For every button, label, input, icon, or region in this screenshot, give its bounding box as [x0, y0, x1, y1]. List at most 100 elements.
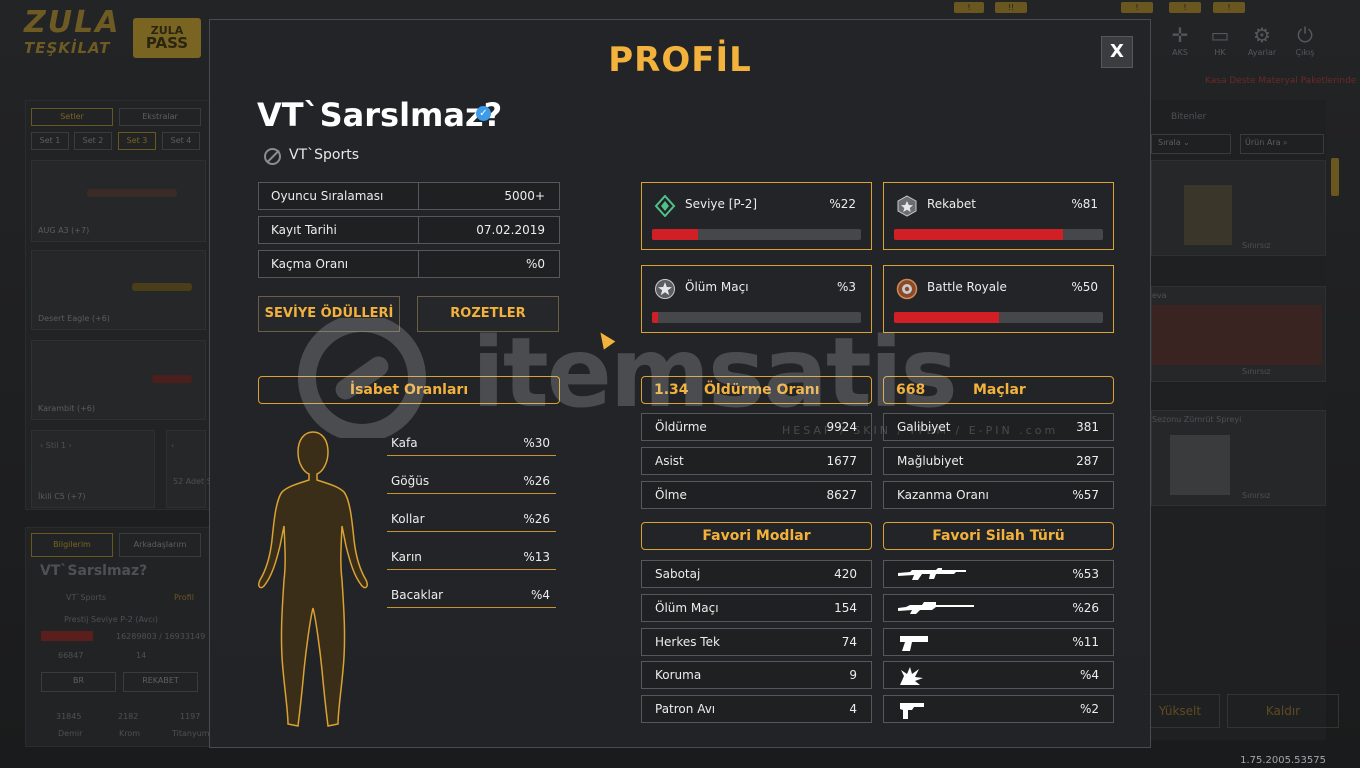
tab-extras[interactable]: Ekstralar	[119, 108, 201, 126]
explosive-icon	[900, 667, 923, 685]
stat-row-deaths: Ölme 8627	[641, 481, 872, 509]
mode-card-deathmatch: Ölüm Maçı %3	[641, 265, 872, 333]
hit-row-arms: Kollar %26	[387, 508, 556, 532]
top-currency-chip: !	[1213, 2, 1245, 13]
hk-nav-button[interactable]: ▭ HK	[1200, 22, 1240, 57]
currency-amount: 14	[136, 651, 147, 660]
stat-row-win-rate: Kazanma Oranı %57	[883, 481, 1114, 509]
fav-weapon-row: %11	[883, 628, 1114, 656]
weapon-card[interactable]: Karambit (+6)	[31, 340, 206, 420]
top-currency-chip: !	[954, 2, 984, 13]
badges-button[interactable]: ROZETLER	[417, 296, 559, 332]
progress-fill	[894, 312, 999, 323]
exit-nav-button[interactable]: ⏻ Çıkış	[1285, 22, 1325, 57]
mode-card-battle-royale: Battle Royale %50	[883, 265, 1114, 333]
tab-set-4[interactable]: Set 4	[162, 132, 200, 150]
currency-amount: 66847	[58, 651, 84, 660]
crosshair-icon: ✛	[1171, 23, 1189, 47]
zula-pass-button[interactable]: ZULA PASS	[133, 18, 201, 58]
matches-total: 668	[896, 382, 926, 398]
tab-finished[interactable]: Bitenler	[1171, 112, 1206, 122]
settings-nav-button[interactable]: ⚙ Ayarlar	[1242, 22, 1282, 57]
market-item-card[interactable]: eva Sınırsız	[1151, 286, 1326, 382]
weapon-card[interactable]: Desert Eagle (+6)	[31, 250, 206, 330]
rekabet-button[interactable]: REKABET	[123, 672, 198, 692]
fav-mode-row: Koruma 9	[641, 661, 872, 689]
progress-track	[894, 229, 1103, 240]
modal-title: PROFİL	[608, 40, 752, 80]
tab-profile[interactable]: Profil	[174, 593, 194, 602]
sort-dropdown[interactable]: Sırala ⌄	[1151, 134, 1231, 154]
market-scrollbar[interactable]	[1331, 158, 1339, 196]
profile-modal: PROFİL X VT`Sarslmaz? ✓ VT`Sports Oyuncu…	[209, 19, 1151, 748]
kill-ratio-title: Öldürme Oranı	[704, 382, 820, 398]
fav-mode-row: Herkes Tek 74	[641, 628, 872, 656]
knife-image	[152, 375, 192, 383]
mode-card-level: Seviye [P-2] %22	[641, 182, 872, 250]
upgrade-button[interactable]: Yükselt	[1140, 694, 1220, 728]
verified-badge-icon: ✓	[476, 106, 491, 121]
fav-mode-row: Patron Avı 4	[641, 695, 872, 723]
top-currency-chip: !!	[995, 2, 1027, 13]
br-button[interactable]: BR	[41, 672, 116, 692]
summary-player-name: VT`Sarslmaz?	[40, 563, 148, 579]
resource-value: 31845	[56, 712, 82, 721]
fav-weapon-row: %2	[883, 695, 1114, 723]
spray-image	[1170, 435, 1230, 495]
hit-rates-header: İsabet Oranları	[258, 376, 560, 404]
pistol-icon	[900, 636, 928, 651]
close-button[interactable]: X	[1101, 36, 1133, 68]
version-label: 1.75.2005.53575	[1240, 755, 1326, 766]
player-name: VT`Sarslmaz?	[257, 96, 503, 134]
tab-set-1[interactable]: Set 1	[31, 132, 69, 150]
progress-track	[894, 312, 1103, 323]
aks-nav-button[interactable]: ✛ AKS	[1160, 22, 1200, 57]
tab-friends[interactable]: Arkadaşlarım	[119, 533, 201, 557]
weapon-card[interactable]: ‹ Stil 1 › İkili C5 (+7)	[31, 430, 155, 508]
progress-track	[652, 229, 861, 240]
resource-label: Titanyum	[172, 729, 210, 738]
weapon-card[interactable]: ‹ 52 Adet Sis Bomb	[166, 430, 244, 508]
product-search-input[interactable]: Ürün Ara ⌕	[1240, 134, 1324, 154]
favorite-weapons-header: Favori Silah Türü	[883, 522, 1114, 550]
resource-value: 2182	[118, 712, 139, 721]
resource-label: Krom	[119, 729, 141, 738]
progress-fill	[894, 229, 1064, 240]
fav-mode-row: Ölüm Maçı 154	[641, 594, 872, 622]
level-rewards-button[interactable]: SEVİYE ÖDÜLLERİ	[258, 296, 400, 332]
stat-row-losses: Mağlubiyet 287	[883, 447, 1114, 475]
mode-card-competitive: Rekabet %81	[883, 182, 1114, 250]
fav-weapon-row: %4	[883, 661, 1114, 689]
level-icon	[654, 195, 676, 217]
tab-my-info[interactable]: Bilgilerim	[31, 533, 113, 557]
gear-icon: ⚙	[1253, 23, 1271, 47]
clan-icon	[264, 148, 281, 165]
summary-clan: VT`Sports	[66, 593, 107, 602]
stat-row-assists: Asist 1677	[641, 447, 872, 475]
tab-set-2[interactable]: Set 2	[74, 132, 112, 150]
rifle-image	[87, 189, 177, 197]
top-currency-chip: !	[1121, 2, 1153, 13]
stat-row-kills: Öldürme 9924	[641, 413, 872, 441]
resource-value: 1197	[180, 712, 201, 721]
weapon-card[interactable]: AUG A3 (+7)	[31, 160, 206, 242]
hit-row-legs: Bacaklar %4	[387, 584, 556, 608]
market-item-card[interactable]: Sezonu Zümrüt Spreyi Sınırsız	[1151, 410, 1326, 506]
info-row-register-date: Kayıt Tarihi 07.02.2019	[258, 216, 560, 244]
armor-image	[1184, 185, 1232, 245]
hit-row-head: Kafa %30	[387, 432, 556, 456]
character-image	[1152, 305, 1322, 365]
top-currency-chip: !	[1169, 2, 1201, 13]
tab-sets[interactable]: Setler	[31, 108, 113, 126]
market-item-card[interactable]: Sınırsız	[1151, 160, 1326, 256]
sniper-rifle-icon	[898, 602, 974, 614]
remove-button[interactable]: Kaldır	[1227, 694, 1339, 728]
smg-icon	[900, 703, 924, 719]
info-row-escape-rate: Kaçma Oranı %0	[258, 250, 560, 278]
fav-mode-row: Sabotaj 420	[641, 560, 872, 588]
clan-name: VT`Sports	[289, 147, 360, 163]
wallet-icon: ▭	[1210, 23, 1230, 47]
tab-set-3[interactable]: Set 3	[118, 132, 156, 150]
style-selector[interactable]: ‹ Stil 1 ›	[40, 441, 72, 450]
xp-bar	[41, 631, 93, 641]
